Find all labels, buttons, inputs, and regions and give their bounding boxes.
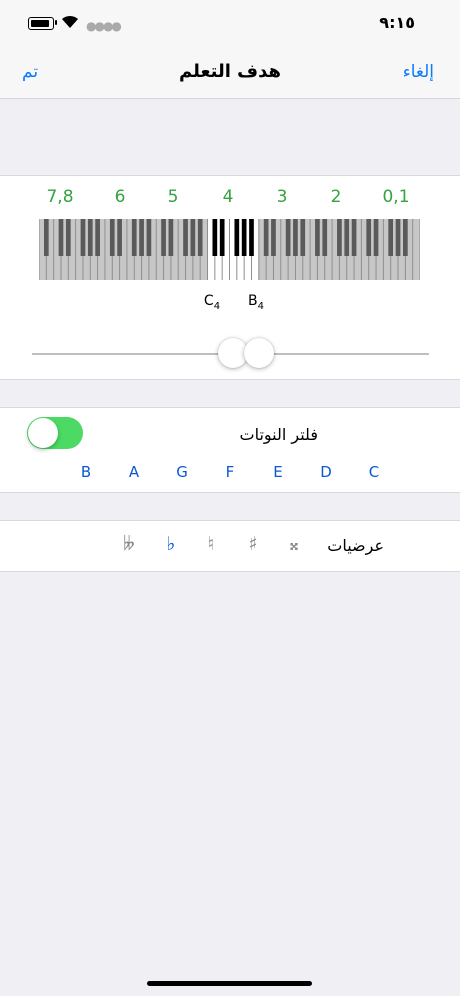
- black-key: [322, 219, 328, 256]
- range-slider-high-thumb[interactable]: [243, 338, 274, 368]
- black-key: [212, 219, 218, 256]
- black-key: [315, 219, 320, 256]
- black-key: [403, 219, 408, 256]
- sharp-button[interactable]: ♯: [248, 533, 257, 555]
- black-key: [263, 219, 269, 256]
- accidentals-section: 𝄫 ♭ ♮ ♯ 𝄪 عرضيات: [0, 520, 460, 572]
- note-filter-label: فلتر النوتات: [239, 425, 319, 444]
- black-key: [80, 219, 86, 256]
- octave-label: 4: [222, 187, 234, 207]
- double-flat-button[interactable]: 𝄫: [123, 533, 134, 555]
- note-filter-e[interactable]: E: [273, 463, 282, 481]
- octave-label: 2: [330, 187, 342, 207]
- black-key: [219, 219, 225, 256]
- cancel-button[interactable]: إلغاء: [403, 62, 434, 82]
- black-key: [131, 219, 137, 256]
- black-key: [197, 219, 203, 256]
- high-note-label: B4: [248, 293, 264, 312]
- black-key: [366, 219, 372, 256]
- black-key: [285, 219, 291, 256]
- black-key: [271, 219, 276, 256]
- black-key: [139, 219, 144, 256]
- black-key: [117, 219, 122, 256]
- note-filter-f[interactable]: F: [226, 463, 235, 481]
- black-key: [190, 219, 196, 256]
- black-key: [95, 219, 100, 256]
- black-key: [241, 219, 247, 256]
- black-key: [65, 219, 71, 256]
- note-filter-g[interactable]: G: [176, 463, 188, 481]
- black-key: [351, 219, 357, 256]
- navigation-bar: تم هدف التعلم إلغاء: [0, 48, 460, 99]
- black-key: [300, 219, 306, 256]
- black-key: [146, 219, 152, 256]
- page-title: هدف التعلم: [179, 61, 281, 82]
- piano-keyboard[interactable]: [39, 219, 420, 280]
- black-key: [337, 219, 342, 256]
- black-key: [395, 219, 401, 256]
- black-key: [161, 219, 166, 256]
- signal-icon: ●●●●: [86, 19, 122, 33]
- black-key: [87, 219, 93, 256]
- black-key: [388, 219, 394, 256]
- status-bar: ●●●● ٩:١٥: [0, 0, 460, 48]
- note-range-section: 7,8 6 5 4 3 2 0,1 C4 B4: [0, 175, 460, 380]
- flat-button[interactable]: ♭: [167, 533, 176, 555]
- white-key: [413, 219, 420, 280]
- black-key: [373, 219, 379, 256]
- note-filter-b[interactable]: B: [81, 463, 91, 481]
- note-filter-section: فلتر النوتات B A G F E D C: [0, 407, 460, 493]
- note-filter-a[interactable]: A: [129, 463, 139, 481]
- wifi-icon: [62, 15, 78, 28]
- note-filter-d[interactable]: D: [320, 463, 332, 481]
- black-key: [109, 219, 115, 256]
- octave-label: 7,8: [46, 187, 74, 207]
- home-indicator: [147, 981, 312, 986]
- black-key: [234, 219, 240, 256]
- note-filter-toggle[interactable]: [27, 417, 83, 449]
- black-key: [183, 219, 188, 256]
- accidentals-label: عرضيات: [327, 536, 384, 555]
- status-time: ٩:١٥: [379, 13, 415, 32]
- note-filter-c[interactable]: C: [369, 463, 379, 481]
- black-key: [168, 219, 174, 256]
- low-note-label: C4: [203, 293, 221, 312]
- black-key: [43, 219, 49, 256]
- double-sharp-button[interactable]: 𝄪: [290, 533, 299, 555]
- battery-icon: [28, 17, 54, 30]
- octave-label: 3: [276, 187, 288, 207]
- octave-label: 6: [114, 187, 126, 207]
- natural-button[interactable]: ♮: [208, 533, 215, 555]
- octave-label: 0,1: [382, 187, 410, 207]
- black-key: [293, 219, 298, 256]
- black-key: [249, 219, 254, 256]
- battery-cap: [55, 20, 57, 25]
- octave-label: 5: [167, 187, 179, 207]
- black-key: [58, 219, 64, 256]
- black-key: [344, 219, 350, 256]
- toggle-knob: [28, 418, 58, 448]
